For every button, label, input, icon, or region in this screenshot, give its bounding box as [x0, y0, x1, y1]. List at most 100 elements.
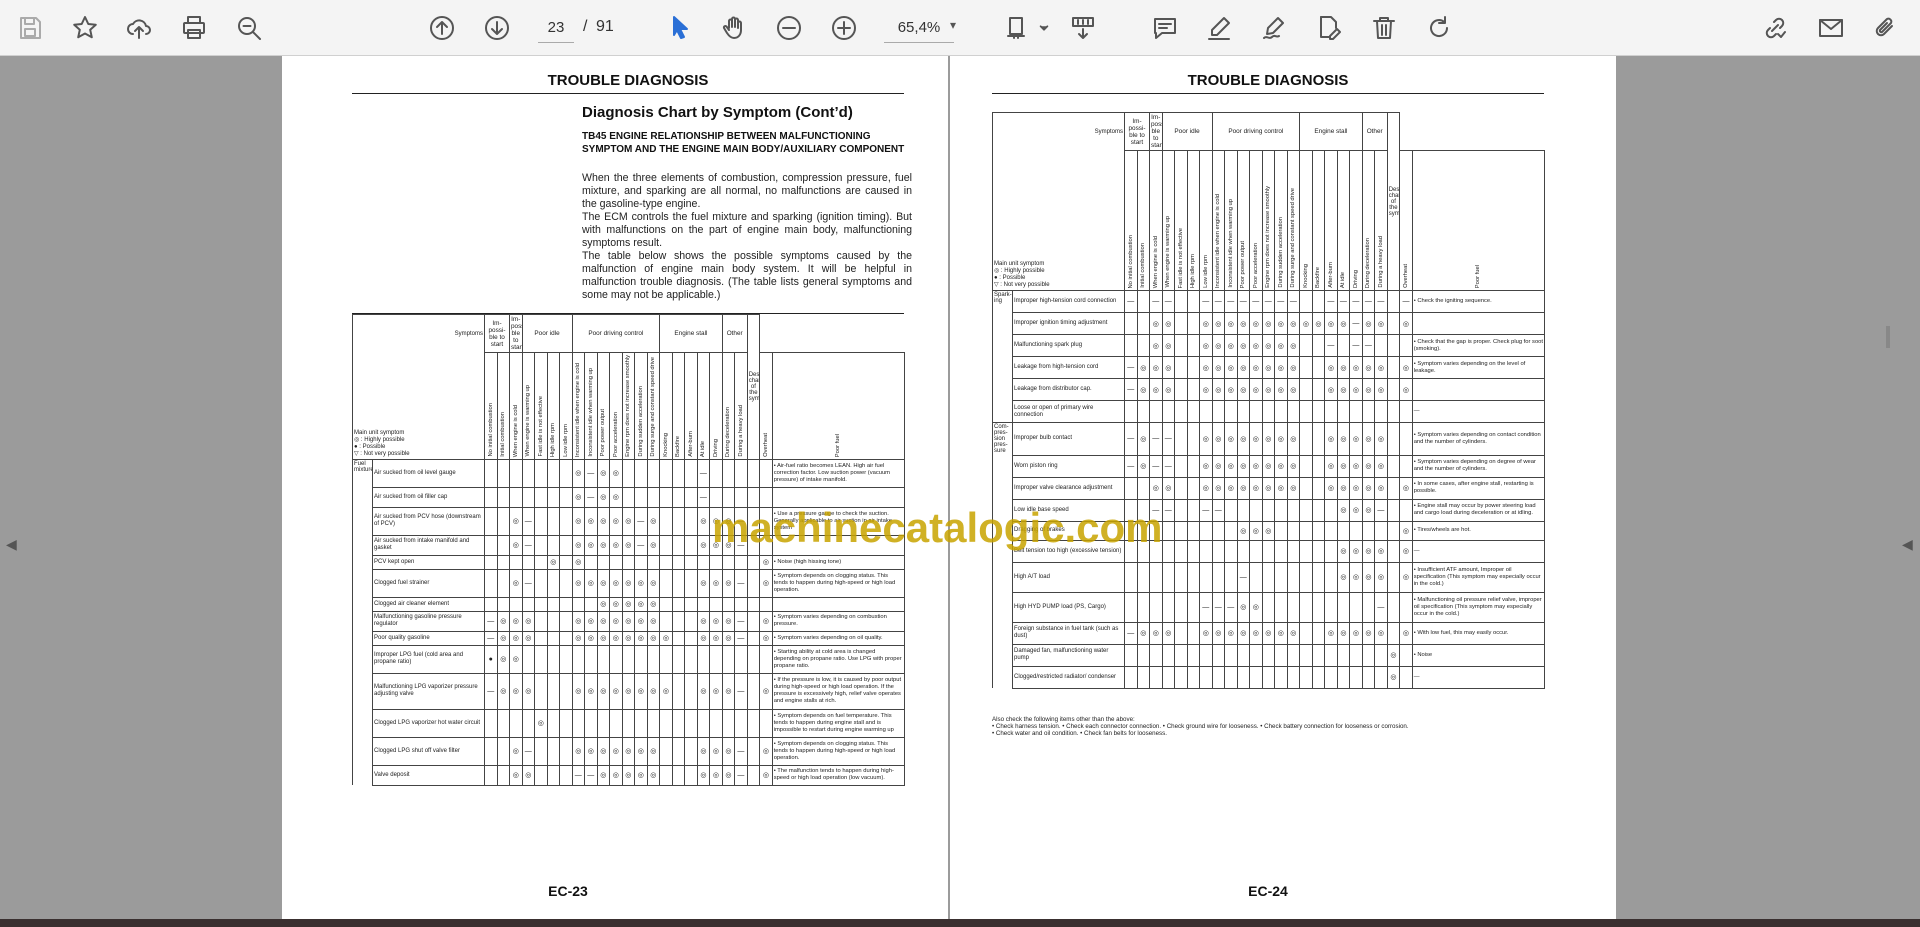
next-page-icon[interactable] [479, 10, 515, 46]
symptom-group-header: Im-possi-ble to start [1149, 112, 1163, 151]
symptom-mark [1274, 539, 1288, 563]
symptom-mark: ◎ [1324, 378, 1338, 401]
left-panel-toggle-icon[interactable]: ◀ [6, 536, 18, 556]
zoom-dropdown-icon[interactable]: ▾ [950, 18, 956, 32]
symptom-mark [1311, 356, 1326, 379]
symptom-mark [759, 644, 773, 674]
symptom-mark: ◎ [596, 458, 611, 488]
symptom-mark [546, 644, 560, 674]
cause-name: Clogged air cleaner element [372, 596, 485, 612]
highlight-pen-icon[interactable] [1201, 10, 1237, 46]
cause-description: • If the pressure is low, it is caused b… [771, 672, 906, 710]
symptom-mark: ◎ [1336, 422, 1351, 456]
hand-pan-icon[interactable] [716, 10, 752, 46]
symptom-mark [559, 630, 573, 646]
delete-trash-icon[interactable] [1366, 10, 1402, 46]
table-row: Malfunctioning gasoline pressure regulat… [352, 610, 906, 632]
edit-document-icon[interactable] [1311, 10, 1347, 46]
symptom-mark [559, 610, 573, 632]
symptom-mark [609, 708, 623, 738]
symptom-mark [1386, 290, 1401, 313]
symptom-mark: ◎ [571, 672, 586, 710]
symptom-mark [621, 486, 636, 508]
symptom-mark [659, 554, 673, 570]
document-viewport[interactable]: ◀ ◀ TROUBLE DIAGNOSIS Diagnosis Chart by… [0, 56, 1920, 919]
symptom-column-label: Inconsistent idle when engine is cold [1215, 193, 1222, 288]
cause-description: • Check that the gap is proper. Check pl… [1411, 334, 1546, 357]
symptom-mark [1174, 498, 1188, 522]
symptom-mark [1186, 520, 1200, 541]
symptom-column-label: At idle [700, 440, 707, 457]
symptom-mark: ◎ [696, 736, 711, 766]
page-fit-dropdown-icon[interactable] [1037, 10, 1051, 46]
symptom-mark: — [1224, 591, 1238, 623]
symptom-column-header: During sudden acceleration [634, 352, 648, 460]
share-link-icon[interactable] [1757, 10, 1793, 46]
symptom-mark: ◎ [1224, 334, 1238, 357]
cause-name: Worn piston ring [1012, 454, 1125, 478]
symptom-mark: ◎ [1336, 539, 1351, 563]
symptom-mark: ◎ [1161, 621, 1175, 645]
zoom-search-icon[interactable] [231, 10, 267, 46]
table-row: Leakage from distributor cap. — ◎ ◎ ◎ ◎ ◎ ◎ ◎ ◎ ◎ ◎… [992, 378, 1546, 401]
print-icon[interactable] [176, 10, 212, 46]
symptom-mark: — [1374, 290, 1388, 313]
cause-name: High A/T load [1012, 561, 1125, 593]
cause-description: • Air-fuel ratio becomes LEAN. High air … [771, 458, 906, 488]
comment-icon[interactable] [1147, 10, 1183, 46]
symptom-mark [1311, 591, 1326, 623]
symptom-column-header: Poor power output [1236, 150, 1251, 291]
symptom-mark: ◎ [596, 486, 611, 508]
symptom-mark [671, 458, 686, 488]
symptom-mark: ◎ [1249, 378, 1263, 401]
symptom-mark [534, 736, 548, 766]
table-row: Worn piston ring — ◎ — — ◎ ◎ ◎ ◎ ◎ ◎ ◎ ◎ ◎ ◎ ◎ ◎ ◎ • Sympt… [992, 454, 1546, 478]
attach-paperclip-icon[interactable] [1868, 10, 1904, 46]
cause-description: • Noise [1411, 643, 1546, 667]
symptom-mark: ◎ [1236, 422, 1251, 456]
email-icon[interactable] [1813, 10, 1849, 46]
bookmark-star-icon[interactable] [67, 10, 103, 46]
symptom-mark: ◎ [584, 736, 598, 766]
save-icon[interactable] [12, 10, 48, 46]
symptom-mark [1161, 665, 1175, 689]
redo-rotate-icon[interactable] [1421, 10, 1457, 46]
sign-icon[interactable] [1256, 10, 1292, 46]
symptom-mark: ◎ [1236, 621, 1251, 645]
scroll-mode-icon[interactable] [1065, 10, 1101, 46]
symptom-mark [1311, 334, 1326, 357]
symptom-mark: ◎ [721, 568, 736, 598]
symptom-mark [1399, 643, 1413, 667]
symptom-mark [659, 534, 673, 556]
zoom-in-icon[interactable] [826, 10, 862, 46]
symptom-mark [646, 458, 661, 488]
symptom-mark [596, 708, 611, 738]
previous-page-icon[interactable] [424, 10, 460, 46]
section-title: Diagnosis Chart by Symptom (Cont’d) [582, 104, 853, 121]
cause-description: • Symptom varies depending on contact co… [1411, 422, 1546, 456]
symptom-mark [496, 736, 510, 766]
zoom-out-icon[interactable] [771, 10, 807, 46]
symptom-column-header: Poor acceleration [1249, 150, 1263, 291]
cause-category: Spark-ing [992, 290, 1013, 313]
table-row: Improper ignition timing adjustment ◎ ◎ ◎ ◎ ◎… [992, 312, 1546, 335]
symptom-mark [1299, 356, 1313, 379]
checks-intro: Also check the following items other tha… [992, 716, 1135, 723]
symptom-mark: ◎ [759, 568, 773, 598]
symptom-mark [1299, 520, 1313, 541]
symptom-mark: ◎ [496, 630, 510, 646]
scrollbar-thumb[interactable] [1886, 326, 1890, 348]
symptom-column-header: Poor fuel [771, 352, 906, 460]
symptom-mark [659, 736, 673, 766]
symptom-mark [1286, 665, 1301, 689]
page-number-input[interactable] [538, 13, 574, 43]
zoom-level-input[interactable] [884, 13, 954, 43]
symptom-mark [1199, 520, 1213, 541]
upload-cloud-icon[interactable] [121, 10, 157, 46]
page-fit-icon[interactable] [1000, 10, 1036, 46]
right-panel-toggle-icon[interactable]: ◀ [1902, 536, 1914, 556]
symptom-mark [546, 506, 560, 536]
symptom-column-header: During surge and constant speed drive [1286, 150, 1301, 291]
select-cursor-icon[interactable] [662, 10, 698, 46]
symptom-mark: ◎ [621, 610, 636, 632]
